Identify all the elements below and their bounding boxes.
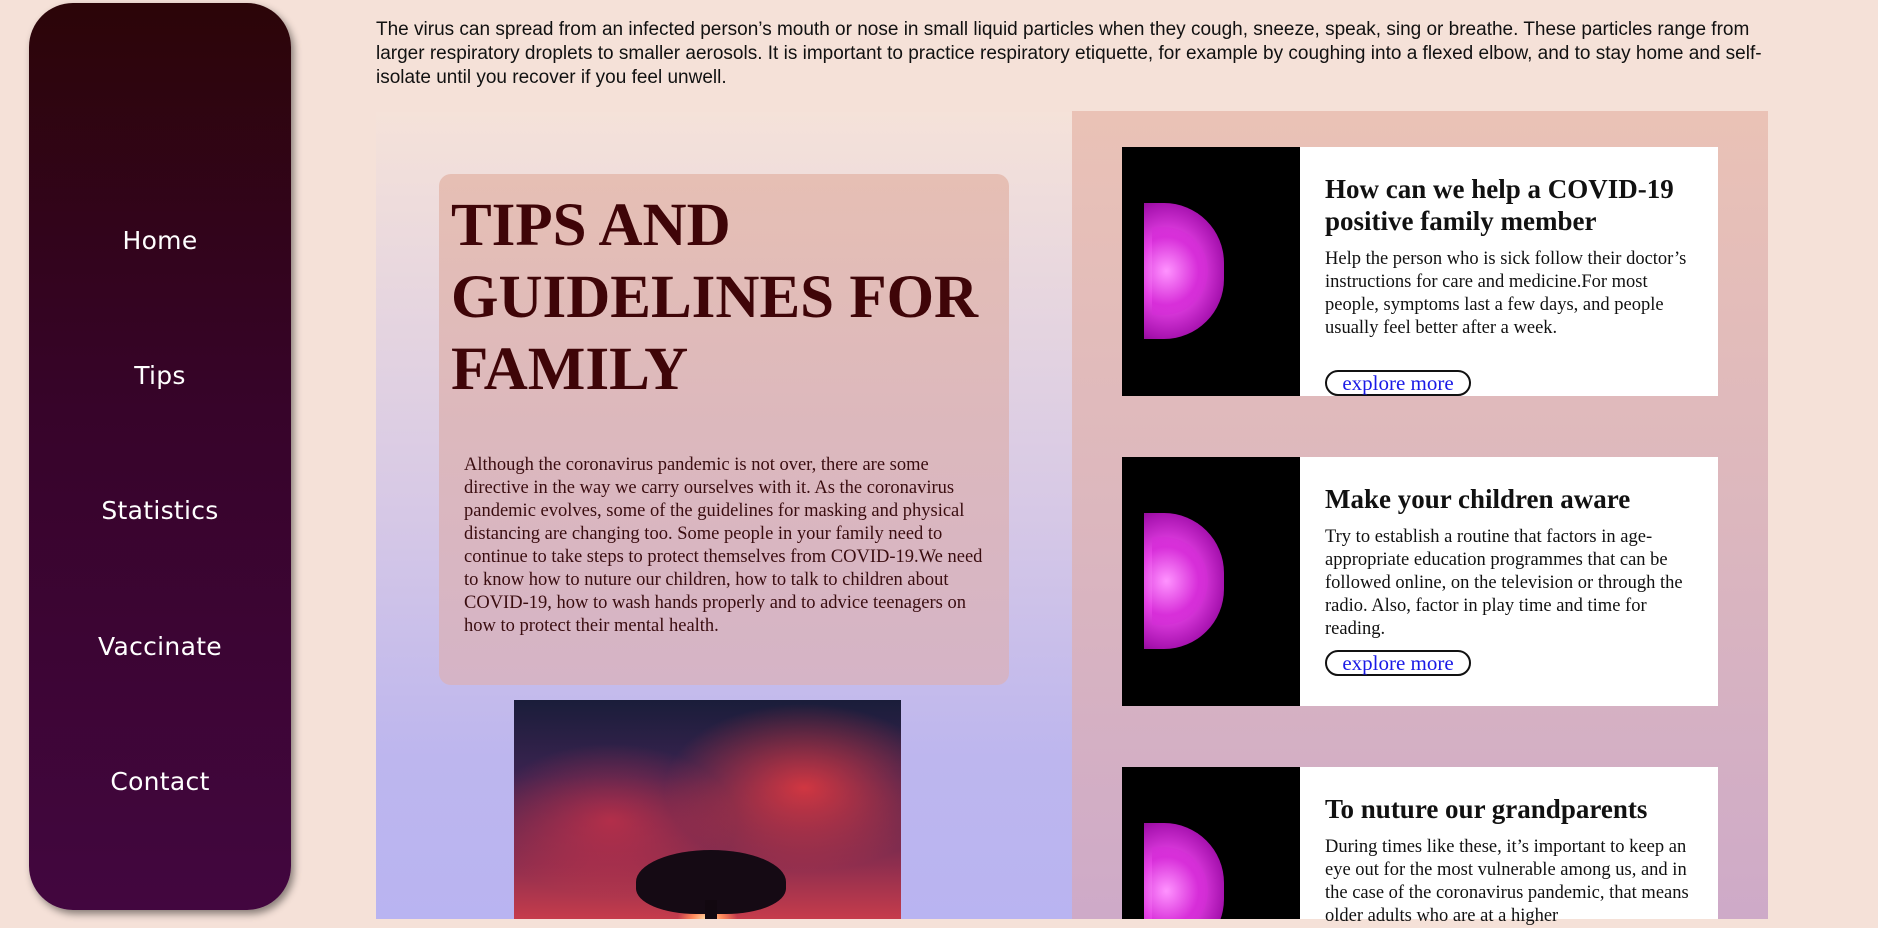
card-text: Try to establish a routine that factors … — [1325, 527, 1683, 639]
nav-item-tips[interactable]: Tips — [29, 361, 291, 390]
card-text: Help the person who is sick follow their… — [1325, 249, 1687, 338]
explore-more-button[interactable]: explore more — [1325, 370, 1471, 396]
card-title: Make your children aware — [1325, 484, 1631, 514]
purple-flower-image — [1122, 457, 1300, 706]
card-grandparents: To nuture our grandparents During times … — [1122, 767, 1718, 926]
purple-flower-image — [1122, 767, 1300, 919]
tree-trunk — [705, 900, 717, 919]
nav-item-statistics[interactable]: Statistics — [29, 496, 291, 525]
card-text: During times like these, it’s important … — [1325, 837, 1689, 926]
nav-item-home[interactable]: Home — [29, 226, 291, 255]
card-title: To nuture our grandparents — [1325, 794, 1648, 824]
purple-flower-image — [1122, 147, 1300, 396]
tree-sunset-image — [514, 700, 901, 919]
nav-item-contact[interactable]: Contact — [29, 767, 291, 796]
tips-box: TIPS AND GUIDELINES FOR FAMILY Although … — [439, 174, 1009, 685]
sidebar-nav: Home Tips Statistics Vaccinate Contact — [29, 3, 291, 910]
tips-text: Although the coronavirus pandemic is not… — [464, 455, 983, 636]
explore-more-button[interactable]: explore more — [1325, 650, 1471, 676]
tips-section: TIPS AND GUIDELINES FOR FAMILY Although … — [376, 112, 1072, 919]
tips-title: TIPS AND GUIDELINES FOR FAMILY — [451, 192, 979, 403]
card-children-aware: Make your children aware Try to establis… — [1122, 457, 1718, 706]
card-title: How can we help a COVID-19 positive fami… — [1325, 174, 1674, 236]
nav-item-vaccinate[interactable]: Vaccinate — [29, 632, 291, 661]
card-help-positive-member: How can we help a COVID-19 positive fami… — [1122, 147, 1718, 396]
cards-section: How can we help a COVID-19 positive fami… — [1072, 111, 1768, 926]
intro-paragraph: The virus can spread from an infected pe… — [376, 19, 1762, 88]
